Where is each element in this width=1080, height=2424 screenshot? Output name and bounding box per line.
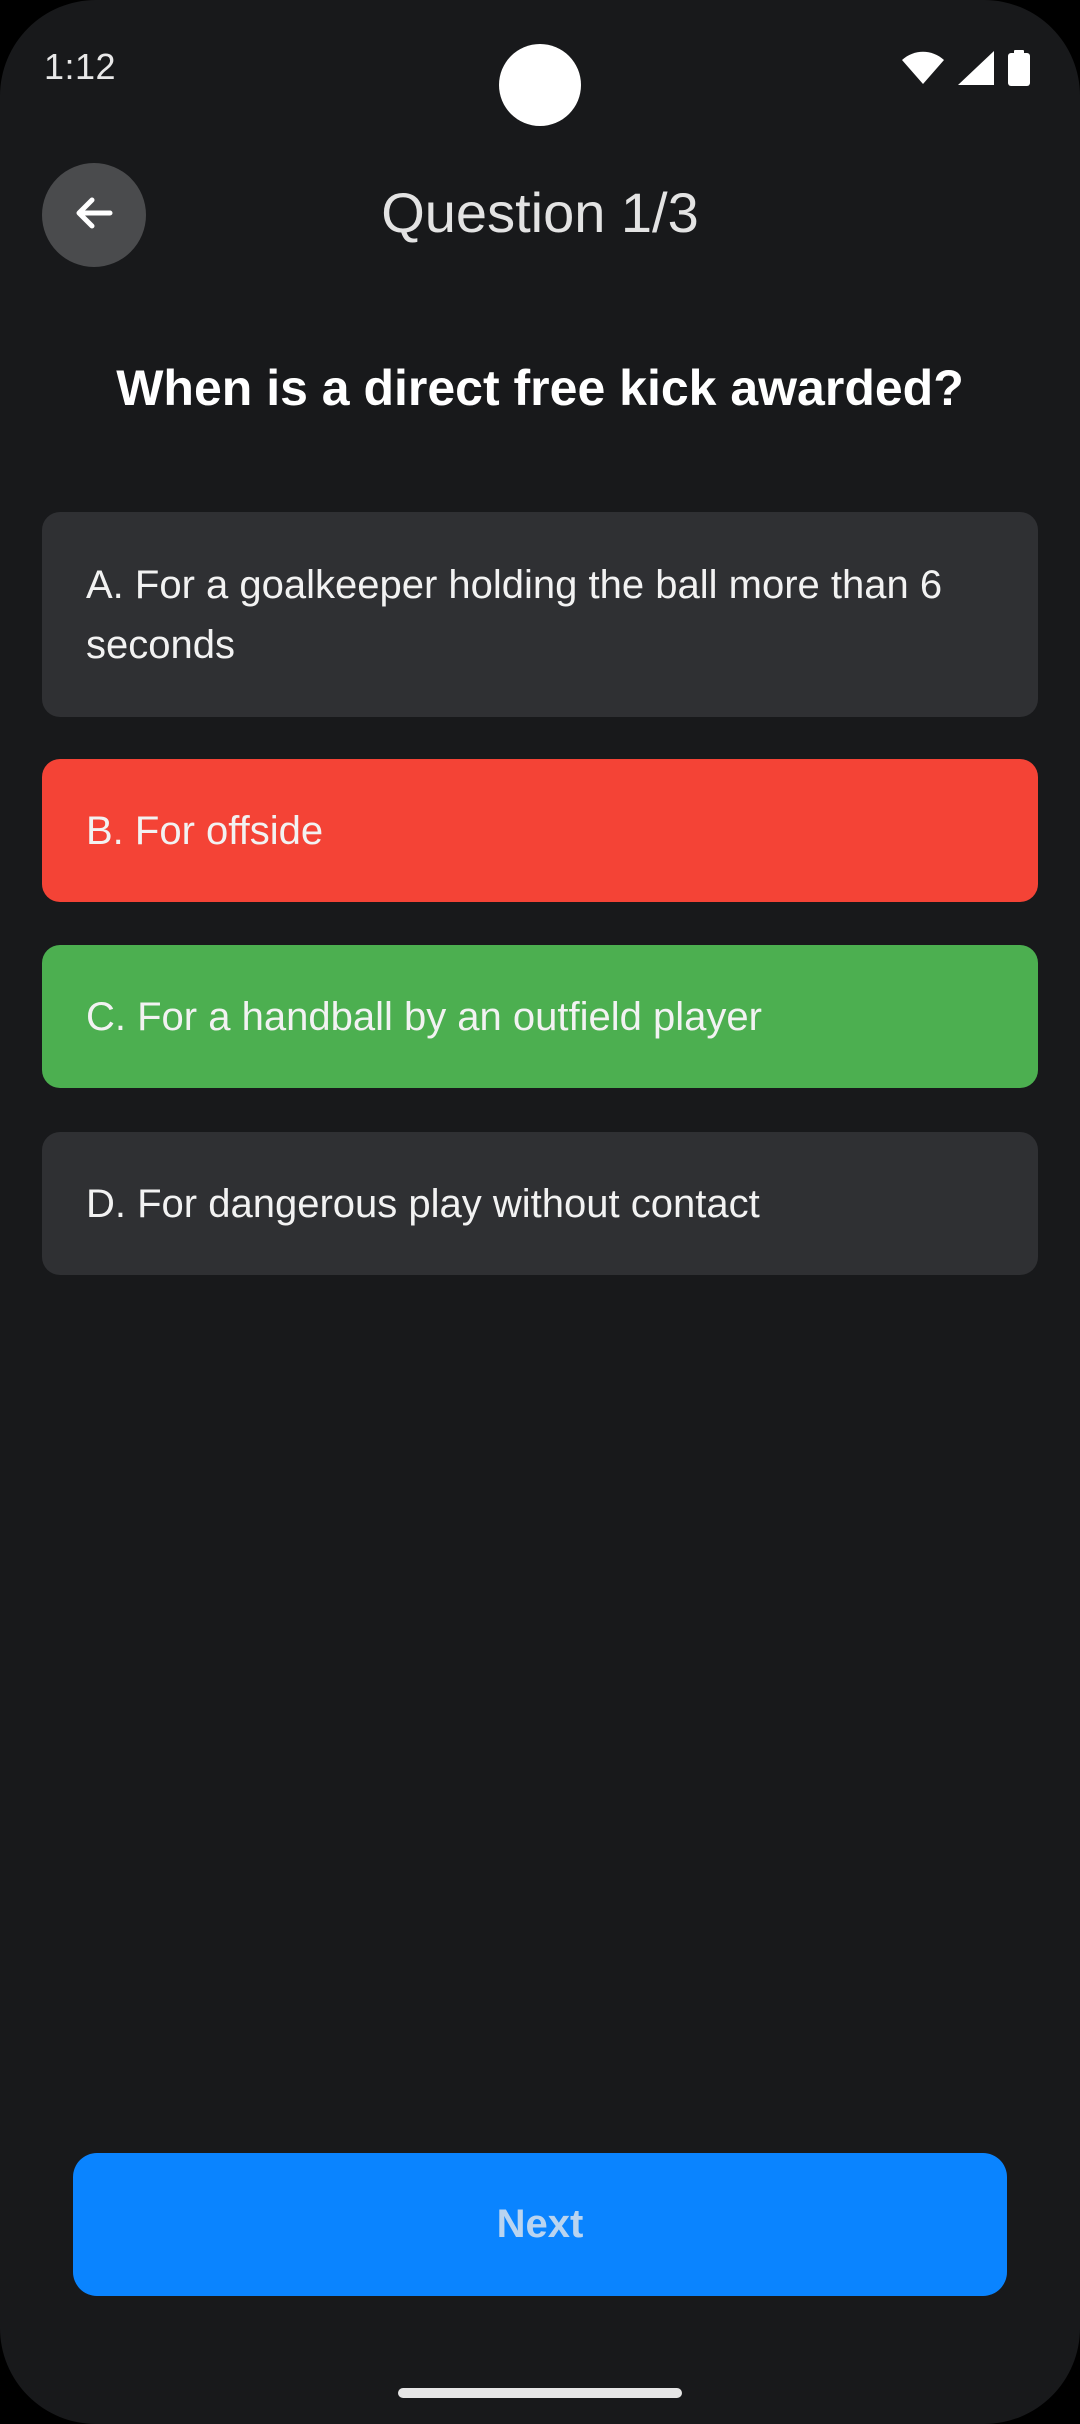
status-bar: 1:12 [0, 0, 1080, 140]
answer-label: C. For a handball by an outfield player [86, 994, 762, 1039]
answer-option-a[interactable]: A. For a goalkeeper holding the ball mor… [42, 512, 1038, 717]
page-title: Question 1/3 [381, 181, 699, 244]
status-time: 1:12 [44, 46, 117, 87]
next-button[interactable]: Next [73, 2153, 1007, 2296]
status-icons [902, 50, 1030, 86]
camera-cutout [499, 44, 581, 126]
answer-label: A. For a goalkeeper holding the ball mor… [86, 562, 943, 667]
answer-option-b[interactable]: B. For offside [42, 759, 1038, 902]
quiz-screen: 1:12 Question 1/3 When is a direct free … [0, 0, 1080, 2424]
cellular-signal-icon [958, 51, 994, 85]
answer-label: B. For offside [86, 808, 324, 853]
battery-icon [1008, 50, 1030, 86]
answer-label: D. For dangerous play without contact [86, 1181, 760, 1226]
answer-option-d[interactable]: D. For dangerous play without contact [42, 1132, 1038, 1275]
home-indicator[interactable] [398, 2388, 682, 2398]
next-button-label: Next [496, 2202, 584, 2246]
question-text: When is a direct free kick awarded? [116, 360, 964, 416]
wifi-icon [902, 51, 944, 85]
answer-option-c[interactable]: C. For a handball by an outfield player [42, 945, 1038, 1088]
